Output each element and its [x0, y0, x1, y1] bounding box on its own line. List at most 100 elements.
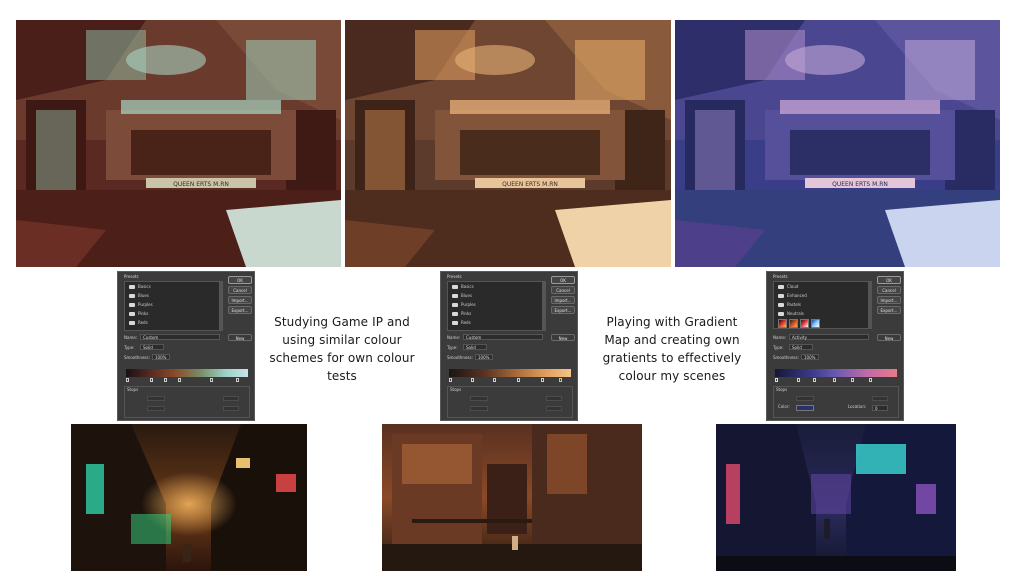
preset-folder[interactable]: Enhanced	[774, 291, 868, 300]
opacity-field	[147, 396, 165, 401]
color-stop[interactable]	[150, 378, 153, 382]
type-label: Type:	[447, 345, 458, 350]
preset-folder[interactable]: Purples	[448, 300, 542, 309]
gradient-bar[interactable]	[775, 369, 897, 377]
color-stop[interactable]	[775, 378, 778, 382]
color-stops[interactable]	[126, 378, 248, 383]
color-stop[interactable]	[833, 378, 836, 382]
preset-label: Pinks	[138, 311, 149, 316]
cancel-button[interactable]: Cancel	[551, 286, 575, 294]
location-field	[546, 396, 562, 401]
presets-list[interactable]: Cloud Enhanced Pastels Neutrals	[773, 281, 869, 329]
gradient-bar[interactable]	[126, 369, 248, 377]
preset-swatch[interactable]	[778, 319, 787, 328]
reference-alley-warm-neon	[71, 424, 307, 571]
preset-folder[interactable]: Purples	[125, 300, 219, 309]
preset-folder[interactable]: Cloud	[774, 282, 868, 291]
gradient-bar[interactable]	[449, 369, 571, 377]
preset-swatch[interactable]	[789, 319, 798, 328]
color-stop[interactable]	[493, 378, 496, 382]
color-stops[interactable]	[449, 378, 571, 383]
color-stop[interactable]	[210, 378, 213, 382]
color-stop[interactable]	[517, 378, 520, 382]
folder-icon	[778, 311, 784, 316]
preset-folder[interactable]: Pinks	[125, 309, 219, 318]
preset-swatches[interactable]	[774, 319, 868, 328]
import-button[interactable]: Import...	[877, 296, 901, 304]
caption-right: Playing with Gradient Map and creating o…	[602, 315, 742, 383]
presets-scrollbar[interactable]	[869, 281, 872, 329]
color-stop[interactable]	[797, 378, 800, 382]
new-button[interactable]: New	[228, 334, 252, 341]
import-button[interactable]: Import...	[228, 296, 252, 304]
color-stop[interactable]	[178, 378, 181, 382]
presets-label: Presets	[124, 274, 139, 279]
color-stop[interactable]	[164, 378, 167, 382]
stops-group: Stops	[124, 386, 250, 418]
name-field[interactable]: Activity	[789, 334, 869, 340]
ok-button[interactable]: OK	[877, 276, 901, 284]
preset-folder[interactable]: Reds	[448, 318, 542, 327]
ok-button[interactable]: OK	[551, 276, 575, 284]
new-button[interactable]: New	[877, 334, 901, 341]
preset-folder[interactable]: Basics	[448, 282, 542, 291]
folder-icon	[129, 284, 135, 289]
preset-label: Reds	[138, 320, 148, 325]
type-select[interactable]: Solid	[789, 344, 813, 350]
preset-swatch[interactable]	[811, 319, 820, 328]
location-label: Location:	[848, 404, 867, 409]
name-field[interactable]: Custom	[463, 334, 543, 340]
folder-icon	[452, 284, 458, 289]
preset-folder[interactable]: Pastels	[774, 300, 868, 309]
smoothness-field[interactable]: 100%	[475, 354, 493, 360]
export-button[interactable]: Export...	[551, 306, 575, 314]
new-button[interactable]: New	[551, 334, 575, 341]
preset-folder[interactable]: Basics	[125, 282, 219, 291]
name-label: Name:	[773, 335, 787, 340]
import-button[interactable]: Import...	[551, 296, 575, 304]
color-stop[interactable]	[236, 378, 239, 382]
presets-list[interactable]: Basics Blues Purples Pinks Reds	[447, 281, 543, 331]
type-label: Type:	[773, 345, 784, 350]
presets-scrollbar[interactable]	[543, 281, 546, 331]
color-stop[interactable]	[541, 378, 544, 382]
color-stop[interactable]	[559, 378, 562, 382]
color-stop[interactable]	[851, 378, 854, 382]
smoothness-field[interactable]: 100%	[152, 354, 170, 360]
type-select[interactable]: Solid	[463, 344, 487, 350]
location-field	[223, 396, 239, 401]
preset-folder[interactable]: Neutrals	[774, 309, 868, 318]
preset-folder[interactable]: Blues	[448, 291, 542, 300]
export-button[interactable]: Export...	[228, 306, 252, 314]
preset-folder[interactable]: Pinks	[448, 309, 542, 318]
artwork-teal-red: QUEEN ERTS M.RN	[16, 20, 341, 267]
preset-folder[interactable]: Blues	[125, 291, 219, 300]
preset-swatch[interactable]	[800, 319, 809, 328]
color-swatch[interactable]	[796, 405, 814, 411]
type-select[interactable]: Solid	[140, 344, 164, 350]
preset-label: Blues	[461, 293, 472, 298]
presets-scrollbar[interactable]	[220, 281, 223, 331]
presets-list[interactable]: Basics Blues Purples Pinks Reds	[124, 281, 220, 331]
color-stop[interactable]	[471, 378, 474, 382]
cancel-button[interactable]: Cancel	[228, 286, 252, 294]
color-stops[interactable]	[775, 378, 897, 383]
name-field[interactable]: Custom	[140, 334, 220, 340]
color-stop[interactable]	[869, 378, 872, 382]
preset-folder[interactable]: Reds	[125, 318, 219, 327]
reference-alley-cyan-neon	[716, 424, 956, 571]
color-stop[interactable]	[449, 378, 452, 382]
preset-label: Purples	[461, 302, 476, 307]
export-button[interactable]: Export...	[877, 306, 901, 314]
color-stop[interactable]	[813, 378, 816, 382]
stops-group: Stops	[447, 386, 573, 418]
color-stop[interactable]	[126, 378, 129, 382]
location-field[interactable]: 0	[872, 405, 888, 411]
location-field	[546, 406, 562, 411]
folder-icon	[129, 302, 135, 307]
ok-button[interactable]: OK	[228, 276, 252, 284]
smoothness-field[interactable]: 100%	[801, 354, 819, 360]
folder-icon	[129, 293, 135, 298]
cancel-button[interactable]: Cancel	[877, 286, 901, 294]
opacity-field	[470, 396, 488, 401]
